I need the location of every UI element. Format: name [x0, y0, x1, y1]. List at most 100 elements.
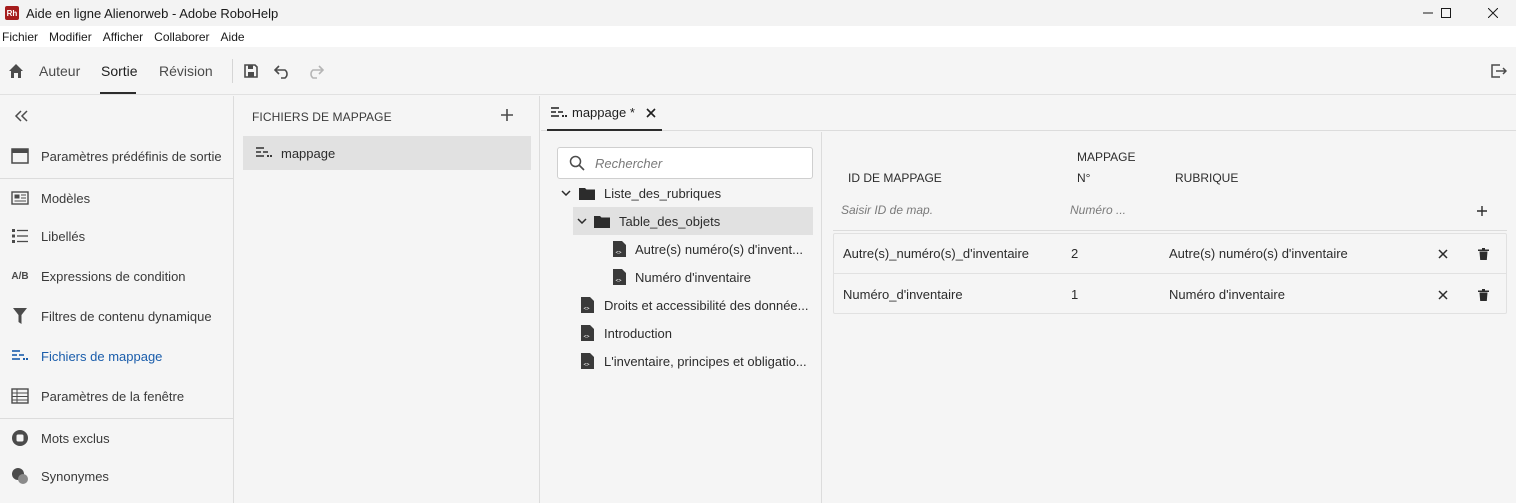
menu-collaborer[interactable]: Collaborer — [154, 30, 209, 44]
menu-fichier[interactable]: Fichier — [2, 30, 38, 44]
maximize-button[interactable] — [1423, 0, 1469, 26]
add-mapping-button[interactable] — [1474, 203, 1490, 219]
search-input[interactable]: Rechercher — [557, 147, 813, 179]
table-row[interactable]: Autre(s)_numéro(s)_d'inventaire 2 Autre(… — [834, 234, 1506, 274]
add-map-file-button[interactable] — [498, 106, 516, 124]
tree-label: Introduction — [604, 325, 672, 341]
folder-icon — [594, 213, 610, 229]
topic-file-icon: <> — [579, 297, 595, 313]
map-file-item[interactable]: mappage — [243, 136, 531, 170]
tab-revision[interactable]: Révision — [159, 63, 213, 79]
tree-topic-droits[interactable]: <> Droits et accessibilité des donnée... — [557, 291, 813, 319]
nav-item-window-settings[interactable]: Paramètres de la fenêtre — [0, 377, 233, 415]
topic-file-icon: <> — [579, 353, 595, 369]
nav-item-output-presets[interactable]: Paramètres prédéfinis de sortie — [0, 137, 233, 175]
undo-button[interactable] — [273, 61, 293, 81]
svg-text:<>: <> — [615, 278, 621, 284]
tab-label: mappage * — [572, 105, 635, 120]
toolbar: Auteur Sortie Révision — [0, 47, 1516, 95]
home-icon — [9, 64, 23, 78]
nav-item-condition-expressions[interactable]: A/B Expressions de condition — [0, 257, 233, 295]
chevron-down-icon[interactable] — [574, 213, 590, 229]
window-settings-icon — [10, 386, 30, 406]
map-file-icon — [550, 104, 568, 122]
tab-mappage[interactable]: mappage * — [547, 96, 662, 131]
toolbar-divider — [232, 59, 233, 83]
tree-label: Liste_des_rubriques — [604, 185, 722, 201]
nav-item-label: Modèles — [41, 190, 91, 206]
collapse-panel-button[interactable] — [12, 108, 30, 124]
map-files-panel: FICHIERS DE MAPPAGE mappage — [235, 96, 540, 503]
new-mapping-row: Saisir ID de map. Numéro ... — [833, 191, 1507, 231]
svg-text:<>: <> — [583, 306, 589, 312]
exit-icon — [1491, 64, 1507, 78]
nav-item-dynamic-content-filters[interactable]: Filtres de contenu dynamique — [0, 297, 233, 335]
menu-afficher[interactable]: Afficher — [103, 30, 143, 44]
tree-label: Autre(s) numéro(s) d'invent... — [635, 241, 803, 257]
topic-file-icon: <> — [611, 241, 627, 257]
topic-file-icon: <> — [611, 269, 627, 285]
cell-map-id: Autre(s)_numéro(s)_d'inventaire — [843, 246, 1030, 261]
table-row[interactable]: Numéro_d'inventaire 1 Numéro d'inventair… — [834, 275, 1506, 315]
template-icon — [10, 188, 30, 208]
nav-item-map-files[interactable]: Fichiers de mappage — [0, 337, 233, 375]
synonyms-icon — [10, 466, 30, 486]
title-bar: Rh Aide en ligne Alienorweb - Adobe Robo… — [0, 0, 1516, 26]
tree-label: Droits et accessibilité des donnée... — [604, 297, 809, 313]
home-button[interactable] — [6, 61, 26, 81]
delete-row-button[interactable] — [1475, 287, 1491, 303]
nav-item-stop-words[interactable]: Mots exclus — [0, 419, 233, 457]
nav-item-templates[interactable]: Modèles — [0, 179, 233, 217]
clear-row-button[interactable] — [1435, 287, 1451, 303]
chevron-down-icon[interactable] — [558, 185, 574, 201]
map-id-input[interactable]: Saisir ID de map. — [841, 203, 933, 217]
active-tab-indicator — [100, 92, 136, 94]
nav-item-label: Paramètres prédéfinis de sortie — [41, 148, 222, 164]
tree-folder-liste-des-rubriques[interactable]: Liste_des_rubriques — [557, 179, 813, 207]
svg-text:<>: <> — [583, 334, 589, 340]
nav-item-synonyms[interactable]: Synonymes — [0, 457, 233, 495]
save-icon — [244, 64, 258, 78]
svg-text:<>: <> — [583, 362, 589, 368]
clear-row-button[interactable] — [1435, 246, 1451, 262]
column-header-map-number-line2: N° — [1077, 171, 1091, 185]
column-header-topic: RUBRIQUE — [1175, 171, 1239, 185]
tree-label: Table_des_objets — [619, 213, 721, 229]
undo-icon — [274, 65, 288, 79]
cell-map-number: 2 — [1071, 246, 1079, 261]
save-button[interactable] — [241, 61, 261, 81]
tree-topic-introduction[interactable]: <> Introduction — [557, 319, 813, 347]
tab-auteur[interactable]: Auteur — [39, 63, 80, 79]
map-table-pane: ID DE MAPPAGE MAPPAGE N° RUBRIQUE Saisir… — [823, 132, 1516, 503]
close-tab-button[interactable] — [644, 106, 658, 120]
preset-icon — [10, 146, 30, 166]
plus-icon — [1477, 206, 1487, 216]
double-chevron-left-icon — [14, 110, 28, 122]
tree-topic-numero-inventaire[interactable]: <> Numéro d'inventaire — [605, 263, 813, 291]
search-icon — [568, 154, 586, 172]
menu-modifier[interactable]: Modifier — [49, 30, 92, 44]
nav-item-label: Mots exclus — [41, 430, 110, 446]
tree-folder-table-des-objets[interactable]: Table_des_objets — [573, 207, 813, 235]
menu-aide[interactable]: Aide — [221, 30, 245, 44]
column-header-map-id: ID DE MAPPAGE — [848, 171, 942, 185]
map-file-icon — [255, 144, 273, 162]
exit-button[interactable] — [1488, 61, 1508, 81]
maximize-icon — [1441, 8, 1451, 18]
nav-item-labels[interactable]: Libellés — [0, 217, 233, 255]
tab-sortie[interactable]: Sortie — [101, 63, 138, 79]
tree-topic-autres-numeros[interactable]: <> Autre(s) numéro(s) d'invent... — [605, 235, 813, 263]
column-header-map-number-line1: MAPPAGE — [1077, 150, 1136, 164]
close-icon — [1438, 290, 1448, 300]
delete-row-button[interactable] — [1475, 246, 1491, 262]
tree-topic-inventaire-principes[interactable]: <> L'inventaire, principes et obligatio.… — [557, 347, 813, 375]
nav-item-label: Fichiers de mappage — [41, 348, 163, 364]
mapping-table: Autre(s)_numéro(s)_d'inventaire 2 Autre(… — [833, 233, 1507, 314]
ab-icon: A/B — [11, 270, 29, 282]
close-window-button[interactable] — [1470, 0, 1516, 26]
map-editor: mappage * Rechercher Liste_des_rubriques… — [541, 96, 1516, 503]
map-number-input[interactable]: Numéro ... — [1070, 203, 1126, 217]
labels-icon — [10, 226, 30, 246]
close-icon — [1488, 8, 1498, 18]
redo-button[interactable] — [305, 61, 325, 81]
